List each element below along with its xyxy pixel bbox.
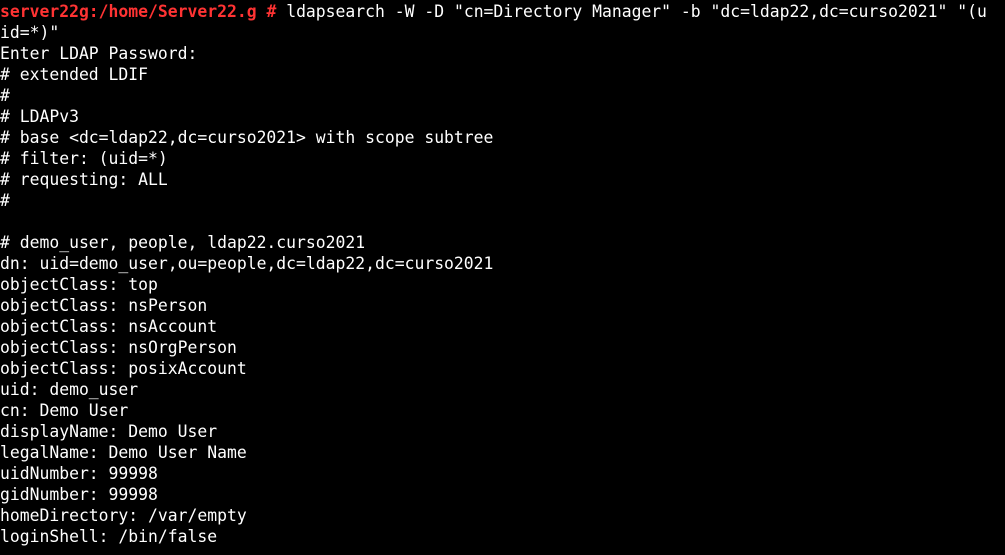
prompt-user-host-path: server22g:/home/Server22.g [0,2,257,21]
output-line: # filter: (uid=*) [0,149,168,168]
output-line: # [0,86,10,105]
output-line: cn: Demo User [0,401,129,420]
output-line: legalName: Demo User Name [0,443,247,462]
output-line: homeDirectory: /var/empty [0,506,247,525]
output-line: uid: demo_user [0,380,139,399]
output-line: objectClass: nsOrgPerson [0,338,237,357]
output-line: gidNumber: 99998 [0,485,158,504]
output-line: objectClass: nsPerson [0,296,208,315]
terminal-window[interactable]: server22g:/home/Server22.g # ldapsearch … [0,0,1005,555]
output-line: objectClass: posixAccount [0,359,247,378]
command-text: ldapsearch -W -D "cn=Directory Manager" … [276,2,987,21]
output-line: Enter LDAP Password: [0,44,198,63]
output-line: loginShell: /bin/false [0,527,218,546]
terminal-output: Enter LDAP Password: # extended LDIF # # LD… [0,43,1005,547]
output-line: uidNumber: 99998 [0,464,158,483]
prompt-symbol: # [266,2,277,21]
prompt-line: server22g:/home/Server22.g # ldapsearch … [0,1,1005,22]
output-line: dn: uid=demo_user,ou=people,dc=ldap22,dc… [0,254,494,273]
output-line: displayName: Demo User [0,422,218,441]
output-line: objectClass: nsAccount [0,317,218,336]
output-line: # [0,191,10,210]
output-line: # demo_user, people, ldap22.curso2021 [0,233,366,252]
output-line: # extended LDIF [0,65,149,84]
command-wrap-line: id=*)" [0,23,60,42]
output-line: # base <dc=ldap22,dc=curso2021> with sco… [0,128,494,147]
output-line: # LDAPv3 [0,107,79,126]
output-line: objectClass: top [0,275,158,294]
output-line: # requesting: ALL [0,170,168,189]
